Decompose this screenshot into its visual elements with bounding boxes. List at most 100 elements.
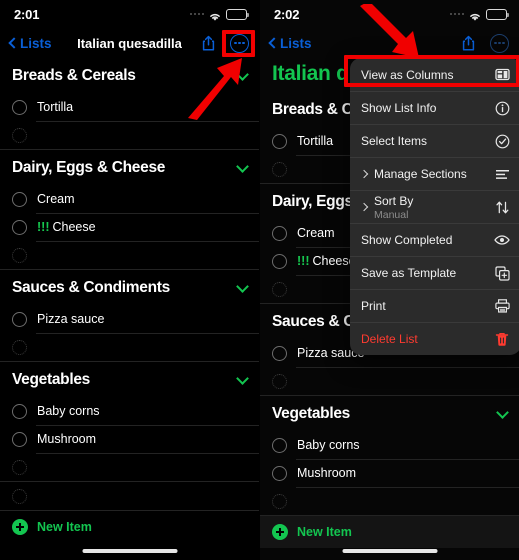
checkbox-circle-icon[interactable] bbox=[12, 247, 27, 263]
nav-actions bbox=[461, 33, 509, 53]
checkbox-circle-icon[interactable] bbox=[12, 459, 27, 475]
chevron-right-icon bbox=[359, 169, 369, 179]
chevron-down-icon[interactable] bbox=[236, 279, 249, 293]
menu-item-manage-sections[interactable]: Manage Sections bbox=[350, 157, 519, 190]
menu-item-delete-list[interactable]: Delete List bbox=[350, 322, 519, 355]
list-item[interactable]: Baby corns bbox=[0, 397, 259, 425]
section-header[interactable]: Vegetables bbox=[0, 362, 259, 397]
cellular-dots-icon bbox=[449, 12, 464, 16]
list-item-placeholder[interactable] bbox=[0, 453, 259, 481]
list-section: Breads & Cereals Tortilla bbox=[0, 58, 259, 149]
new-item-button[interactable]: New Item bbox=[0, 510, 259, 543]
section-header[interactable]: Breads & Cereals bbox=[0, 58, 259, 93]
home-indicator bbox=[82, 549, 177, 553]
section-header[interactable]: Sauces & Condiments bbox=[0, 270, 259, 305]
new-item-button[interactable]: New Item bbox=[260, 515, 519, 548]
menu-item-label: Save as Template bbox=[361, 266, 457, 280]
share-icon[interactable] bbox=[201, 35, 216, 52]
section-header[interactable]: Dairy, Eggs & Cheese bbox=[0, 150, 259, 185]
list-item-placeholder[interactable] bbox=[0, 333, 259, 361]
list-item-label: Mushroom bbox=[297, 466, 357, 480]
section-title: Breads & Cereals bbox=[12, 67, 136, 84]
checkbox-circle-icon[interactable] bbox=[12, 127, 27, 143]
list-item[interactable]: Mushroom bbox=[260, 459, 519, 487]
wifi-icon bbox=[468, 9, 482, 21]
checkbox-circle-icon[interactable] bbox=[272, 465, 287, 481]
list-item-label: Cream bbox=[297, 226, 335, 240]
list-item[interactable]: Mushroom bbox=[0, 425, 259, 453]
list-item-placeholder[interactable] bbox=[260, 367, 519, 395]
menu-item-label: Print bbox=[361, 299, 386, 313]
checkbox-circle-icon[interactable] bbox=[12, 339, 27, 355]
share-icon[interactable] bbox=[461, 35, 476, 52]
checkbox-circle-icon[interactable] bbox=[272, 373, 287, 389]
ellipsis-circle-more-button[interactable] bbox=[490, 33, 509, 53]
list-item[interactable]: Tortilla bbox=[0, 93, 259, 121]
menu-item-show-list-info[interactable]: Show List Info bbox=[350, 91, 519, 124]
chevron-down-icon[interactable] bbox=[236, 67, 249, 81]
checkbox-circle-icon[interactable] bbox=[12, 431, 27, 447]
checkbox-circle-icon[interactable] bbox=[272, 161, 287, 177]
checkbox-circle-icon[interactable] bbox=[272, 133, 287, 149]
checkbox-circle-icon[interactable] bbox=[272, 253, 287, 269]
checkbox-circle-icon[interactable] bbox=[272, 437, 287, 453]
checkbox-circle-icon[interactable] bbox=[12, 311, 27, 327]
checkbox-circle-icon[interactable] bbox=[12, 99, 27, 115]
status-clock: 2:02 bbox=[274, 6, 300, 22]
menu-item-sort-by[interactable]: Sort By Manual bbox=[350, 190, 519, 223]
list-item[interactable]: Cream bbox=[0, 185, 259, 213]
checkbox-circle-icon[interactable] bbox=[272, 281, 287, 297]
menu-item-show-completed[interactable]: Show Completed bbox=[350, 223, 519, 256]
menu-item-label: Select Items bbox=[361, 134, 428, 148]
list-item-text: Cheese bbox=[52, 220, 96, 234]
list-item-placeholder[interactable] bbox=[0, 121, 259, 149]
back-button-label: Lists bbox=[20, 35, 52, 51]
section-title: Sauces & C bbox=[272, 313, 355, 330]
list-item-label: Baby corns bbox=[297, 438, 360, 452]
menu-item-save-as-template[interactable]: Save as Template bbox=[350, 256, 519, 289]
list-item-placeholder[interactable] bbox=[0, 482, 259, 510]
list-item-label: Mushroom bbox=[37, 432, 97, 446]
menu-item-select-items[interactable]: Select Items bbox=[350, 124, 519, 157]
list-item-label: !!! Cheese bbox=[37, 220, 96, 234]
section-title: Vegetables bbox=[272, 405, 350, 422]
home-indicator bbox=[342, 549, 437, 553]
chevron-down-icon[interactable] bbox=[236, 159, 249, 173]
grocery-list-left: Breads & Cereals Tortilla Dairy, Eggs & … bbox=[0, 58, 259, 510]
list-item[interactable]: Pizza sauce bbox=[0, 305, 259, 333]
menu-item-label: Show Completed bbox=[361, 233, 453, 247]
list-item[interactable]: !!! Cheese bbox=[0, 213, 259, 241]
chevron-down-icon[interactable] bbox=[236, 371, 249, 385]
checkbox-circle-icon[interactable] bbox=[12, 219, 27, 235]
chevron-down-icon[interactable] bbox=[496, 405, 509, 419]
checkbox-circle-icon[interactable] bbox=[12, 403, 27, 419]
menu-item-label: Delete List bbox=[361, 332, 418, 346]
columns-icon bbox=[494, 67, 510, 83]
section-title: Dairy, Eggs & Cheese bbox=[12, 159, 166, 176]
cellular-dots-icon bbox=[189, 12, 204, 16]
checkbox-circle-icon[interactable] bbox=[12, 191, 27, 207]
list-item[interactable]: Baby corns bbox=[260, 431, 519, 459]
plus-circle-icon bbox=[272, 524, 288, 540]
priority-badge: !!! bbox=[297, 254, 310, 268]
checkbox-circle-icon[interactable] bbox=[272, 225, 287, 241]
back-button-lists[interactable]: Lists bbox=[8, 35, 52, 51]
menu-item-view-as-columns[interactable]: View as Columns bbox=[350, 58, 519, 91]
list-item-placeholder[interactable] bbox=[0, 241, 259, 269]
checkbox-circle-icon[interactable] bbox=[12, 488, 27, 504]
section-title: Vegetables bbox=[12, 371, 90, 388]
screenshot-stage: 2:01 Lists Italian quesadilla Breads & C… bbox=[0, 0, 519, 560]
checkbox-circle-icon[interactable] bbox=[272, 493, 287, 509]
section-header[interactable]: Vegetables bbox=[260, 396, 519, 431]
back-button-lists[interactable]: Lists bbox=[268, 36, 312, 51]
menu-item-label: Sort By bbox=[374, 193, 414, 208]
info-circle-icon bbox=[494, 100, 510, 116]
printer-icon bbox=[494, 298, 510, 314]
checkbox-circle-icon[interactable] bbox=[272, 345, 287, 361]
ellipsis-circle-more-button[interactable] bbox=[230, 33, 249, 53]
phone-screen-left: 2:01 Lists Italian quesadilla Breads & C… bbox=[0, 0, 259, 560]
list-section: Sauces & Condiments Pizza sauce bbox=[0, 269, 259, 361]
list-item-placeholder[interactable] bbox=[260, 487, 519, 515]
menu-item-print[interactable]: Print bbox=[350, 289, 519, 322]
duplicate-icon bbox=[494, 265, 510, 281]
